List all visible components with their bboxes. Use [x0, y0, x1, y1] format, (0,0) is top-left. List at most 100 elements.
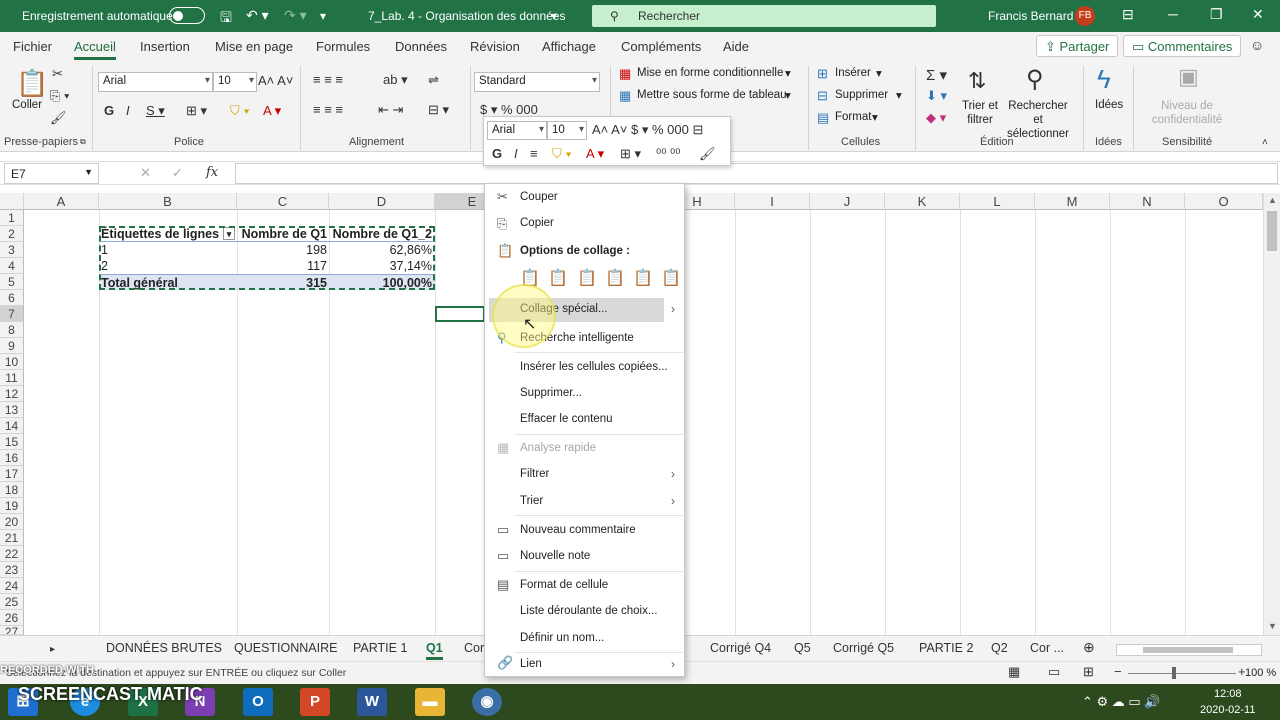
tab-formules[interactable]: Formules [316, 39, 370, 54]
save-icon[interactable]: 🖫 [220, 7, 232, 31]
clock-time[interactable]: 12:08 [1214, 688, 1242, 700]
cancel-icon[interactable]: ✕ [140, 165, 151, 181]
horizontal-scrollbar[interactable] [1116, 644, 1262, 656]
row-header[interactable]: 14 [0, 418, 24, 434]
autosave-toggle[interactable] [169, 7, 205, 24]
align-left-icon[interactable]: ≡ ≡ ≡ [313, 102, 343, 117]
row-header[interactable]: 6 [0, 290, 24, 306]
sheet-tab[interactable]: Cor [464, 641, 484, 655]
sheet-tab[interactable]: PARTIE 1 [353, 641, 407, 655]
ribbon-display-icon[interactable]: ⊟ [1122, 6, 1134, 23]
normal-view-icon[interactable]: ▦ [1008, 664, 1020, 680]
sheet-tab[interactable]: Corrigé Q5 [833, 641, 894, 655]
underline-icon[interactable]: S ▾ [146, 103, 165, 119]
conditional-format-icon[interactable]: ▦ [619, 66, 631, 82]
paste-formatting-icon[interactable]: 📋 [633, 268, 653, 290]
menu-item-cut[interactable]: Couper [520, 191, 558, 203]
column-header[interactable]: O [1185, 193, 1263, 210]
column-header[interactable]: A [24, 193, 99, 210]
format-cells-icon[interactable]: ▤ [817, 110, 829, 126]
selected-cell[interactable] [435, 306, 485, 322]
orientation-icon[interactable]: ab ▾ [383, 72, 408, 88]
zoom-out-icon[interactable]: − [1114, 664, 1122, 679]
tray-icons[interactable]: ⌃ ⚙ ☁ ▭ 🔊 [1082, 694, 1160, 710]
scroll-thumb[interactable] [1143, 647, 1233, 653]
minimize-icon[interactable]: ─ [1168, 6, 1178, 22]
menu-item-clear[interactable]: Effacer le contenu [520, 413, 613, 425]
tab-mise-en-page[interactable]: Mise en page [215, 39, 293, 54]
sheet-tab[interactable]: QUESTIONNAIRE [234, 641, 338, 655]
mini-font-color-icon[interactable]: A ▾ [586, 146, 604, 162]
menu-item-link[interactable]: Lien [520, 658, 542, 670]
sheet-tab[interactable]: PARTIE 2 [919, 641, 973, 655]
row-header[interactable]: 12 [0, 386, 24, 402]
align-top-icon[interactable]: ≡ ≡ ≡ [313, 72, 343, 87]
file-title[interactable]: 7_Lab. 4 - Organisation des données [368, 9, 565, 23]
collapse-ribbon-icon[interactable]: ˄ [1262, 137, 1268, 148]
scroll-down-icon[interactable]: ▼ [1268, 621, 1277, 631]
row-header[interactable]: 8 [0, 322, 24, 338]
table-format-icon[interactable]: ▦ [619, 88, 631, 104]
dialog-launcher-icon[interactable]: ⧉ [80, 137, 86, 147]
row-header[interactable]: 15 [0, 434, 24, 450]
sheet-tab[interactable]: DONNÉES BRUTES [106, 641, 222, 655]
row-header[interactable]: 23 [0, 562, 24, 578]
column-header[interactable]: K [885, 193, 960, 210]
customize-icon[interactable]: ▾ [320, 9, 326, 23]
scroll-up-icon[interactable]: ▲ [1268, 195, 1277, 205]
insert-function-icon[interactable]: fx [206, 165, 218, 180]
mini-italic-icon[interactable]: I [514, 146, 518, 161]
column-header[interactable]: M [1035, 193, 1110, 210]
row-header[interactable]: 19 [0, 498, 24, 514]
find-select-button[interactable]: Rechercher et sélectionner [1002, 99, 1074, 141]
column-header[interactable]: J [810, 193, 885, 210]
page-break-icon[interactable]: ⊞ [1083, 664, 1094, 680]
tab-complements[interactable]: Compléments [621, 39, 701, 54]
fill-icon[interactable]: ⬇ ▾ [926, 88, 947, 104]
tab-donnees[interactable]: Données [395, 39, 447, 54]
smiley-icon[interactable]: ☺ [1250, 37, 1264, 53]
add-sheet-icon[interactable]: ⊕ [1083, 639, 1095, 656]
copy-icon[interactable]: ⎘ ▾ [50, 88, 69, 104]
scroll-thumb[interactable] [1267, 211, 1277, 251]
format-cells-button[interactable]: Format [835, 111, 871, 123]
menu-item-filter[interactable]: Filtrer [520, 468, 549, 480]
italic-icon[interactable]: I [126, 103, 130, 118]
mini-decimal-icon[interactable]: ⁰⁰ ⁰⁰ [656, 146, 680, 162]
enter-icon[interactable]: ✓ [172, 165, 183, 181]
menu-item-sort[interactable]: Trier [520, 495, 543, 507]
mini-borders-icon[interactable]: ⊞ ▾ [620, 146, 641, 162]
sheet-tab[interactable]: Q5 [794, 641, 811, 655]
chevron-down-icon[interactable]: ▾ [785, 88, 791, 102]
tab-insertion[interactable]: Insertion [140, 39, 190, 54]
chevron-down-icon[interactable]: ▾ [551, 9, 557, 23]
row-header[interactable]: 1 [0, 210, 24, 226]
bold-icon[interactable]: G [104, 103, 114, 118]
sheet-tab[interactable]: Cor ... [1030, 641, 1064, 655]
column-header[interactable]: C [237, 193, 329, 210]
tab-aide[interactable]: Aide [723, 39, 749, 54]
tab-fichier[interactable]: Fichier [13, 39, 52, 54]
menu-item-new-comment[interactable]: Nouveau commentaire [520, 524, 636, 536]
table-format-button[interactable]: Mettre sous forme de tableau [637, 89, 787, 101]
share-button[interactable]: ⇪ Partager [1036, 35, 1119, 57]
menu-item-define-name[interactable]: Définir un nom... [520, 632, 604, 644]
row-header[interactable]: 26 [0, 610, 24, 626]
page-layout-icon[interactable]: ▭ [1048, 664, 1060, 680]
insert-cells-button[interactable]: Insérer [835, 67, 871, 79]
zoom-slider-thumb[interactable] [1172, 667, 1176, 679]
name-box[interactable]: E7 ▼ [4, 163, 99, 184]
row-header[interactable]: 21 [0, 530, 24, 546]
avatar[interactable]: FB [1075, 6, 1095, 26]
merge-icon[interactable]: ⊟ ▾ [428, 102, 449, 118]
ideas-icon[interactable]: ϟ [1097, 64, 1111, 95]
menu-item-copy[interactable]: Copier [520, 217, 554, 229]
borders-icon[interactable]: ⊞ ▾ [186, 103, 207, 119]
delete-cells-button[interactable]: Supprimer [835, 89, 888, 101]
menu-item-insert-copied[interactable]: Insérer les cellules copiées... [520, 361, 668, 373]
tab-revision[interactable]: Révision [470, 39, 520, 54]
word-icon[interactable]: W [357, 688, 387, 716]
close-icon[interactable]: ✕ [1252, 6, 1264, 23]
menu-item-format-cells[interactable]: Format de cellule [520, 579, 608, 591]
row-header[interactable]: 3 [0, 242, 24, 258]
